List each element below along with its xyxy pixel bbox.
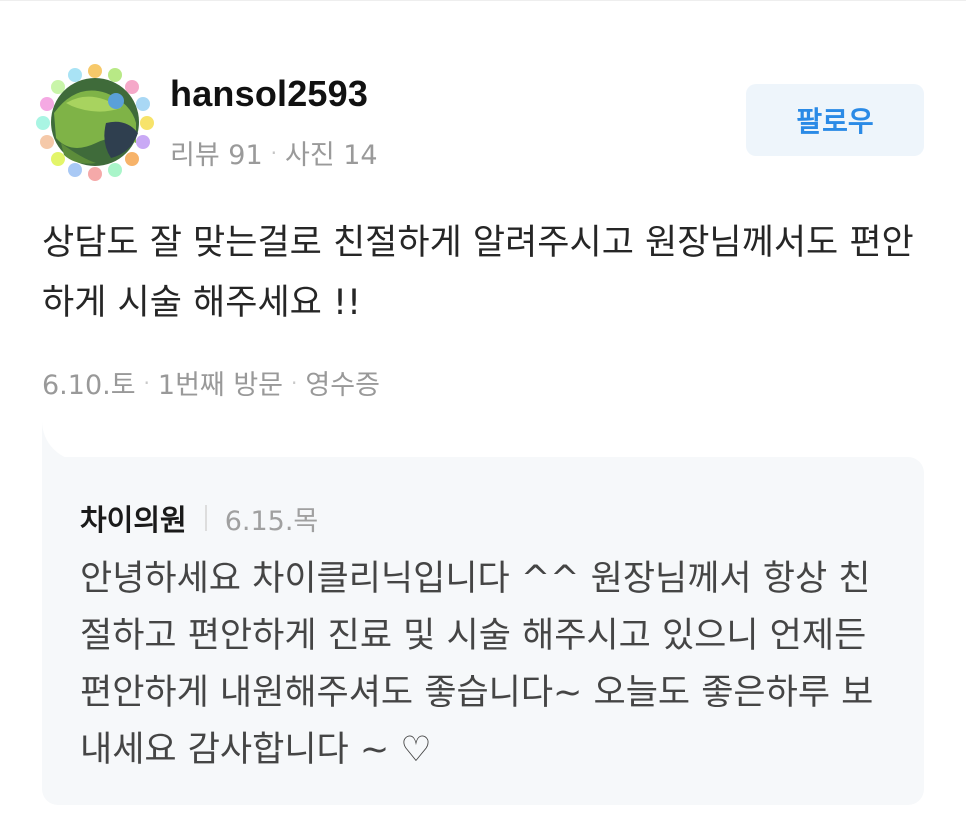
reply-divider	[204, 505, 207, 531]
review-count: 리뷰 91	[170, 140, 263, 171]
stats-separator: ·	[270, 140, 277, 165]
avatar-image	[36, 64, 154, 181]
review-text: 상담도 잘 맞는걸로 친절하게 알려주시고 원장님께서도 편안하게 시술 해주세…	[42, 223, 914, 323]
review-card: hansol2593 리뷰 91 · 사진 14 팔로우 상담도 잘 맞는걸로 …	[0, 0, 966, 838]
visit-count: 1번째 방문	[157, 370, 284, 401]
verification-type: 영수증	[305, 370, 380, 401]
review-meta: 6.10.토 · 1번째 방문 · 영수증	[42, 363, 380, 402]
owner-reply: 차이의원 6.15.목 안녕하세요 차이클리닉입니다 ^^ 원장님께서 항상 친…	[42, 457, 924, 805]
owner-name: 차이의원	[80, 503, 187, 537]
meta-separator: ·	[143, 370, 150, 395]
reviewer-avatar[interactable]	[36, 63, 154, 181]
visit-date: 6.10.토	[42, 370, 136, 401]
reply-bubble-notch	[42, 421, 82, 461]
photo-count: 사진 14	[284, 140, 378, 171]
reply-date: 6.15.목	[224, 505, 319, 537]
owner-reply-text: 안녕하세요 차이클리닉입니다 ^^ 원장님께서 항상 친절하고 편안하게 진료 …	[80, 559, 874, 770]
reviewer-username[interactable]: hansol2593	[170, 73, 368, 115]
meta-separator: ·	[291, 370, 298, 395]
reviewer-stats: 리뷰 91 · 사진 14	[170, 133, 378, 172]
follow-button[interactable]: 팔로우	[746, 84, 924, 156]
owner-reply-header: 차이의원 6.15.목	[80, 497, 318, 539]
